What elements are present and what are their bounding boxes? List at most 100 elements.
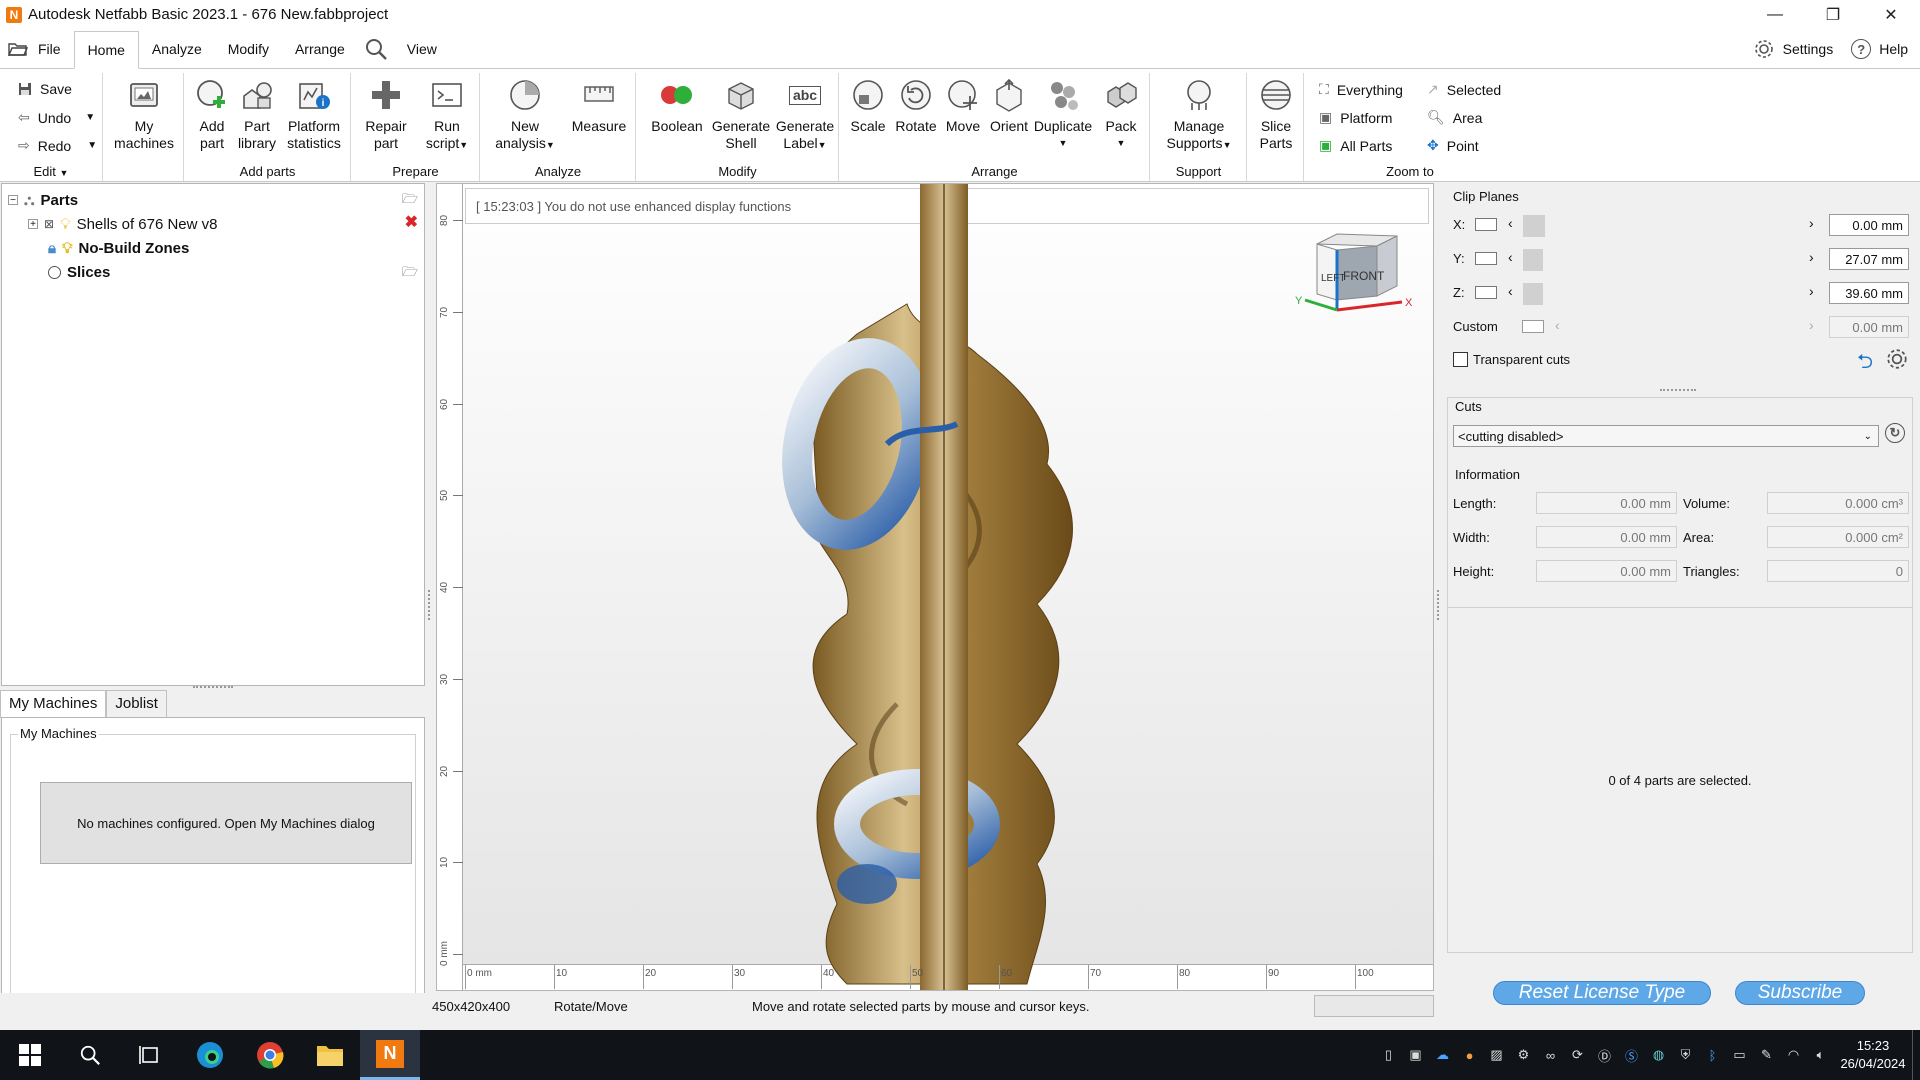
clip-y-toggle[interactable] [1475, 252, 1497, 265]
duplicate-dropdown-icon[interactable]: ▼ [1032, 135, 1094, 152]
tray-s-icon[interactable]: Ⓢ [1618, 1030, 1645, 1080]
clip-y-value[interactable]: 27.07 mm [1829, 248, 1909, 270]
clip-y-right-arrow[interactable]: › [1809, 249, 1814, 265]
view-cube[interactable]: LEFT FRONT X Y [1287, 224, 1427, 314]
tray-link-icon[interactable]: ∞ [1537, 1030, 1564, 1080]
collapse-icon[interactable]: − [8, 195, 18, 206]
taskbar-clock[interactable]: 15:23 26/04/2024 [1834, 1037, 1912, 1073]
clip-custom-toggle[interactable] [1522, 320, 1544, 333]
task-view-button[interactable] [120, 1030, 180, 1080]
close-button[interactable]: ✕ [1862, 0, 1920, 29]
new-analysis-button[interactable]: New analysis▼ [485, 77, 565, 154]
subscribe-button[interactable]: Subscribe [1735, 981, 1865, 1005]
new-analysis-dropdown[interactable]: analysis▼ [485, 135, 565, 154]
3d-model-sculpture[interactable] [437, 184, 1434, 991]
add-part-button[interactable]: Add part [189, 77, 235, 152]
clip-x-left-arrow[interactable]: ‹ [1508, 215, 1513, 231]
tray-usb-icon[interactable]: ▯ [1375, 1030, 1402, 1080]
clip-y-left-arrow[interactable]: ‹ [1508, 249, 1513, 265]
zoom-area-button[interactable]: 🔍︎ Area [1427, 109, 1482, 126]
scale-button[interactable]: Scale [844, 77, 892, 135]
clip-x-toggle[interactable] [1475, 218, 1497, 231]
tab-analyze[interactable]: Analyze [139, 30, 215, 68]
tray-d-icon[interactable]: Ⓓ [1591, 1030, 1618, 1080]
tray-battery-icon[interactable]: ▭ [1726, 1030, 1753, 1080]
tree-item-shells[interactable]: + ⊠ 💡︎ Shells of 676 New v8 [28, 212, 218, 236]
taskbar-chrome[interactable] [240, 1030, 300, 1080]
tray-tool-icon[interactable]: ⚙ [1510, 1030, 1537, 1080]
run-script-button[interactable]: Run script▼ [416, 77, 478, 154]
settings-button[interactable]: Settings [1753, 38, 1833, 60]
taskbar-edge[interactable] [180, 1030, 240, 1080]
run-script-dropdown[interactable]: script▼ [416, 135, 478, 154]
generate-label-dropdown[interactable]: Label▼ [773, 135, 837, 154]
show-desktop-button[interactable] [1912, 1030, 1920, 1080]
undo-button[interactable]: ⇦ Undo ▼ [18, 109, 95, 126]
rotate-button[interactable]: Rotate [892, 77, 940, 135]
taskbar-search-button[interactable] [60, 1030, 120, 1080]
expand-icon[interactable]: + [28, 219, 38, 230]
clip-x-right-arrow[interactable]: › [1809, 215, 1814, 231]
orient-button[interactable]: Orient [986, 77, 1032, 135]
reset-license-type-button[interactable]: Reset License Type [1493, 981, 1711, 1005]
transparent-cuts-checkbox[interactable] [1453, 352, 1468, 367]
my-machines-button[interactable]: My machines [104, 77, 184, 152]
clip-z-left-arrow[interactable]: ‹ [1508, 283, 1513, 299]
undo-dropdown-icon[interactable]: ▼ [85, 112, 95, 123]
viewport-splitter-right[interactable] [1437, 590, 1439, 620]
open-folder-icon[interactable]: 🗁︎ [402, 263, 418, 285]
slice-parts-button[interactable]: Slice Parts [1250, 77, 1302, 152]
taskbar-netfabb[interactable]: N [360, 1030, 420, 1080]
clip-y-slider[interactable] [1523, 249, 1543, 271]
minimize-button[interactable]: — [1746, 0, 1804, 29]
move-button[interactable]: Move [940, 77, 986, 135]
3d-viewport[interactable]: [ 15:23:03 ] You do not use enhanced dis… [436, 183, 1434, 991]
repair-part-button[interactable]: Repair part [356, 77, 416, 152]
zoom-all-parts-button[interactable]: ▣ All Parts [1319, 137, 1392, 154]
clip-z-toggle[interactable] [1475, 286, 1497, 299]
clip-z-right-arrow[interactable]: › [1809, 283, 1814, 299]
part-checkbox-icon[interactable]: ⊠ [44, 217, 54, 231]
tray-image-icon[interactable]: ▨ [1483, 1030, 1510, 1080]
lightbulb-icon[interactable]: 💡︎ [62, 240, 73, 257]
pack-button[interactable]: Pack ▼ [1096, 77, 1146, 152]
help-button[interactable]: ? Help [1851, 39, 1908, 59]
tray-pen-icon[interactable]: ✎ [1753, 1030, 1780, 1080]
cuts-refresh-icon[interactable]: ↻ [1885, 423, 1905, 443]
boolean-button[interactable]: Boolean [645, 77, 709, 135]
platform-statistics-button[interactable]: i Platform statistics [279, 77, 349, 152]
cuts-dropdown[interactable]: <cutting disabled> ⌄ [1453, 425, 1879, 447]
tray-app-icon[interactable]: ▣ [1402, 1030, 1429, 1080]
clip-z-value[interactable]: 39.60 mm [1829, 282, 1909, 304]
open-folder-icon[interactable]: 🗁︎ [402, 190, 418, 212]
clip-x-value[interactable]: 0.00 mm [1829, 214, 1909, 236]
viewport-splitter-left[interactable] [428, 590, 430, 620]
tree-item-no-build-zones[interactable]: 🔒︎ 💡︎ No-Build Zones [48, 236, 189, 260]
tray-orange-app-icon[interactable]: ● [1456, 1030, 1483, 1080]
measure-button[interactable]: Measure [565, 77, 633, 135]
tray-globe-icon[interactable]: ◍ [1645, 1030, 1672, 1080]
tray-bluetooth-icon[interactable]: ᛒ [1699, 1030, 1726, 1080]
tab-home[interactable]: Home [73, 31, 139, 69]
panel-splitter[interactable] [1660, 389, 1696, 391]
reset-clip-icon[interactable]: ⮌ [1857, 347, 1873, 381]
open-my-machines-button[interactable]: No machines configured. Open My Machines… [40, 782, 412, 864]
tray-wifi-icon[interactable]: ◠ [1780, 1030, 1807, 1080]
pack-dropdown-icon[interactable]: ▼ [1096, 135, 1146, 152]
generate-shell-button[interactable]: Generate Shell [709, 77, 773, 152]
zoom-platform-button[interactable]: ▣ Platform [1319, 109, 1392, 126]
edit-group-menu[interactable]: Edit ▼ [0, 164, 102, 179]
start-button[interactable] [0, 1030, 60, 1080]
redo-dropdown-icon[interactable]: ▼ [87, 140, 97, 151]
zoom-selected-button[interactable]: ↗ Selected [1427, 81, 1501, 98]
tab-view[interactable]: View [394, 30, 450, 68]
duplicate-button[interactable]: Duplicate ▼ [1032, 77, 1094, 152]
tab-my-machines[interactable]: My Machines [0, 690, 107, 718]
clip-z-slider[interactable] [1523, 283, 1543, 305]
tray-refresh-icon[interactable]: ⟳ [1564, 1030, 1591, 1080]
clip-x-slider[interactable] [1523, 215, 1545, 237]
tab-modify[interactable]: Modify [215, 30, 282, 68]
tray-volume-icon[interactable]: 🔈︎ [1807, 1030, 1834, 1080]
remove-part-icon[interactable]: ✖ [405, 212, 418, 232]
tree-item-slices[interactable]: Slices [48, 260, 110, 284]
